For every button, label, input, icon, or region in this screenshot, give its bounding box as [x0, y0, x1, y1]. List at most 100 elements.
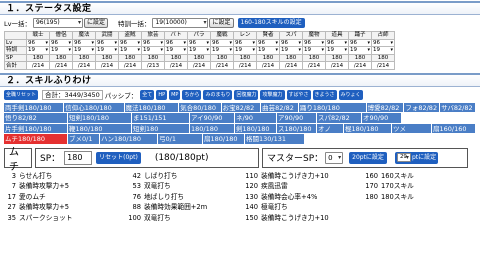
skill-tab[interactable]: スパ82/82 [317, 113, 362, 123]
total-value: /214 [302, 61, 326, 70]
training-select[interactable]: 19 [51, 47, 72, 53]
training-bulk-apply-button[interactable]: に設定 [209, 18, 234, 28]
skill-tab[interactable]: 扇180/180 [203, 134, 245, 144]
passive-filter-button[interactable]: みりょく [338, 89, 363, 100]
skill-tab[interactable]: アイ90/90 [190, 113, 235, 123]
skill-tab[interactable]: オノ [317, 123, 344, 134]
skill-tab[interactable]: 悟り82/82 [4, 113, 68, 123]
passive-filter-button[interactable]: 全て [140, 89, 155, 100]
level-select[interactable]: 96 [143, 40, 164, 46]
skill-tab[interactable]: 弓0/1 [158, 134, 203, 144]
skill-tab[interactable]: 博愛82/82 [366, 102, 405, 113]
training-select[interactable]: 19 [143, 47, 164, 53]
skill-tab[interactable]: お宝82/82 [221, 102, 262, 113]
reset-all-button[interactable]: 全職リセット [4, 89, 39, 100]
skill-tab[interactable]: 気合80/180 [179, 102, 222, 113]
skill-tab[interactable]: サバ82/82 [440, 102, 476, 113]
master-sp-custom-button[interactable]: 29 ptに設定 [394, 151, 439, 164]
skill-tab[interactable]: 魔法180/180 [124, 102, 180, 113]
skill-tab[interactable]: オ90/90 [362, 113, 402, 123]
passive-filter-button[interactable]: ちから [182, 89, 202, 100]
level-select[interactable]: 96 [235, 40, 256, 46]
master-sp-select[interactable]: 0 [325, 151, 344, 164]
training-select[interactable]: 19 [74, 47, 95, 53]
level-select[interactable]: 96 [51, 40, 72, 46]
job-header: 魔物 [302, 31, 326, 40]
skill-tab[interactable]: ハン180/180 [100, 134, 158, 144]
skill-tab[interactable]: 180/180 [190, 123, 235, 134]
skill-tab[interactable]: ア90/90 [277, 113, 317, 123]
level-select[interactable]: 96 [212, 40, 233, 46]
training-bulk-select[interactable]: 19(10000) [152, 18, 209, 28]
level-select[interactable]: 96 [97, 40, 118, 46]
skill-tab[interactable]: 短剣180 [132, 123, 190, 134]
skill-tab[interactable]: 片手剣180/180 [4, 123, 68, 134]
skill-160-180-settings-button[interactable]: 160-180スキルの設定 [237, 18, 305, 28]
skill-name: 180スキル [381, 192, 414, 201]
skill-tab[interactable]: 曲芸82/82 [261, 102, 299, 113]
skill-tab[interactable]: ブメ0/1 [68, 134, 100, 144]
passive-filter-button[interactable]: きようさ [312, 89, 337, 100]
master-sp-custom-select[interactable]: 29 [396, 153, 411, 163]
level-select[interactable]: 96 [120, 40, 141, 46]
skill-tab[interactable]: 棍180/180 [344, 123, 392, 134]
passive-filter-button[interactable]: 回復魔力 [234, 89, 259, 100]
level-select[interactable]: 96 [373, 40, 394, 46]
level-select[interactable]: 96 [189, 40, 210, 46]
skill-tab[interactable]: 踊り180/180 [298, 102, 367, 113]
training-select[interactable]: 19 [120, 47, 141, 53]
job-header: パラ [187, 31, 211, 40]
level-select[interactable]: 96 [327, 40, 348, 46]
skill-sp-threshold [360, 202, 378, 213]
passive-filter-button[interactable]: すばやさ [286, 89, 311, 100]
level-select[interactable]: 96 [350, 40, 371, 46]
training-select[interactable]: 19 [189, 47, 210, 53]
skill-tab[interactable]: 信仰心180/180 [64, 102, 125, 113]
training-select[interactable]: 19 [373, 47, 394, 53]
total-value: /214 [164, 61, 188, 70]
training-select[interactable]: 19 [166, 47, 187, 53]
training-select[interactable]: 19 [28, 47, 49, 53]
lv-bulk-apply-button[interactable]: に設定 [83, 18, 108, 28]
skill-tab[interactable]: 扇160/160 [432, 123, 476, 134]
total-value: /214 [187, 61, 211, 70]
training-select[interactable]: 19 [327, 47, 348, 53]
level-select[interactable]: 96 [304, 40, 325, 46]
skill-list-item: 17 愛のムチ [4, 192, 123, 203]
master-sp-20pt-button[interactable]: 20ptに設定 [349, 151, 387, 164]
level-select[interactable]: 96 [258, 40, 279, 46]
training-select[interactable]: 19 [350, 47, 371, 53]
sp-reset-button[interactable]: リセット(0pt) [96, 151, 141, 164]
level-select[interactable]: 96 [166, 40, 187, 46]
training-select[interactable]: 19 [97, 47, 118, 53]
skill-tab[interactable]: 両手剣180/180 [4, 102, 65, 113]
skill-tab [402, 113, 476, 123]
lv-bulk-select[interactable]: 96(195) [32, 18, 83, 28]
sp-input[interactable]: 180 [64, 150, 93, 165]
skill-tab[interactable]: ス180/180 [277, 123, 317, 134]
passive-filter-button[interactable]: 攻撃魔力 [260, 89, 285, 100]
skill-tab[interactable]: フォ82/82 [404, 102, 441, 113]
skill-list-item: 53 双竜打ち [123, 181, 240, 192]
training-select[interactable]: 19 [212, 47, 233, 53]
job-header: 踊子 [348, 31, 372, 40]
training-select[interactable]: 19 [258, 47, 279, 53]
level-select[interactable]: 96 [74, 40, 95, 46]
passive-filter-button[interactable]: みのまもり [203, 89, 233, 100]
skill-tab[interactable]: ネ/90 [235, 113, 277, 123]
level-select[interactable]: 96 [281, 40, 302, 46]
training-select[interactable]: 19 [281, 47, 302, 53]
skill-tab[interactable]: ツメ180/180 [392, 123, 432, 134]
total-sp-display: 合計：3449/3450 [42, 89, 103, 100]
total-value: /214 [72, 61, 96, 70]
training-select[interactable]: 19 [304, 47, 325, 53]
skill-tab[interactable]: 剣180/180 [235, 123, 277, 134]
skill-tab[interactable]: 鞭180/180 [68, 123, 132, 134]
skill-tab[interactable]: 短剣180/180 [68, 113, 132, 123]
level-select[interactable]: 96 [28, 40, 49, 46]
passive-filter-button[interactable]: MP [169, 89, 181, 100]
training-select[interactable]: 19 [235, 47, 256, 53]
passive-filter-button[interactable]: HP [156, 89, 168, 100]
skill-tab[interactable]: 格闘130/131 [245, 134, 305, 144]
skill-tab[interactable]: ま151/151 [132, 113, 190, 123]
